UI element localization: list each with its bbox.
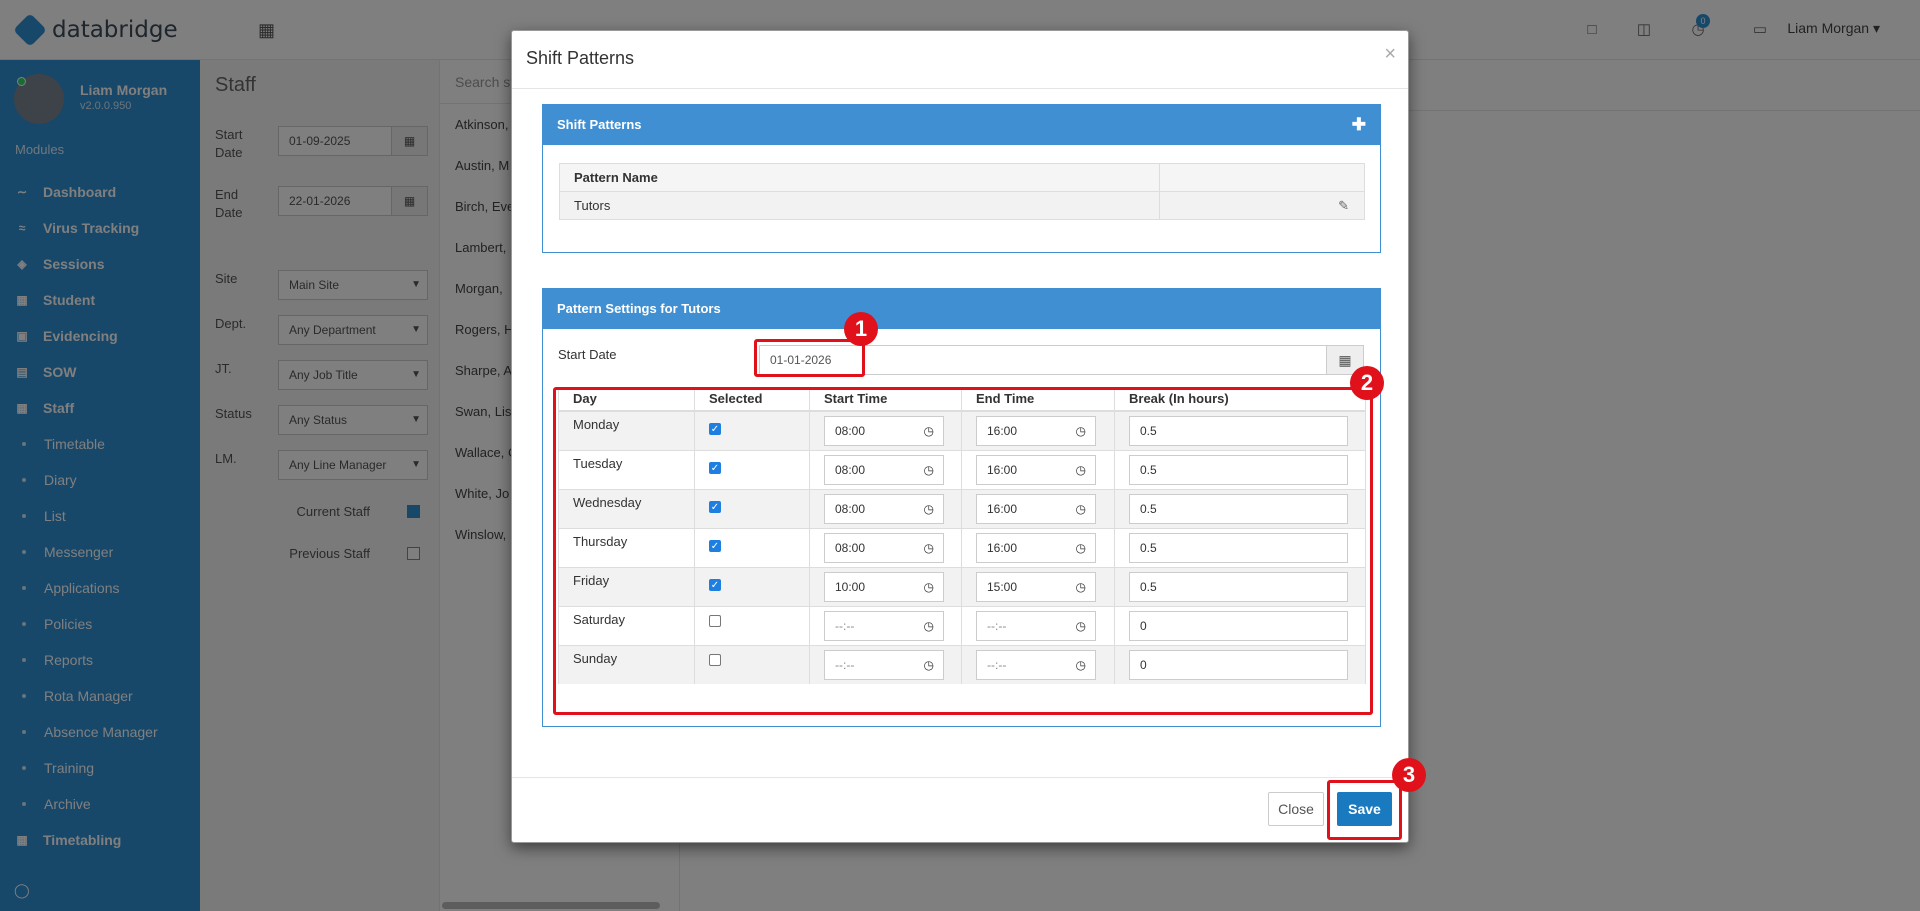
modal-title: Shift Patterns bbox=[526, 48, 635, 68]
table-row[interactable]: Tutors ✎ bbox=[559, 191, 1365, 220]
shift-patterns-panel: Shift Patterns ✚ Pattern Name Tutors ✎ bbox=[542, 104, 1381, 253]
add-pattern-icon[interactable]: ✚ bbox=[1352, 105, 1366, 145]
panel-heading: Shift Patterns ✚ bbox=[543, 105, 1380, 145]
close-button[interactable]: Close bbox=[1268, 792, 1324, 826]
annotation-marker-2: 2 bbox=[1350, 366, 1384, 400]
start-date-label: Start Date bbox=[558, 347, 617, 362]
close-icon[interactable]: × bbox=[1384, 43, 1396, 66]
panel-title: Shift Patterns bbox=[557, 117, 642, 132]
annotation-marker-1: 1 bbox=[844, 312, 878, 346]
pencil-icon[interactable]: ✎ bbox=[1338, 198, 1349, 214]
annotation-highlight-save bbox=[1327, 780, 1402, 840]
annotation-marker-3: 3 bbox=[1392, 758, 1426, 792]
pattern-name-cell: Tutors bbox=[559, 191, 1160, 220]
pattern-actions-cell: ✎ bbox=[1159, 191, 1365, 220]
annotation-highlight-days-table bbox=[553, 387, 1373, 715]
panel-title: Pattern Settings for Tutors bbox=[557, 301, 721, 316]
column-header: Pattern Name bbox=[559, 163, 1160, 192]
patterns-table: Pattern Name Tutors ✎ bbox=[559, 163, 1365, 220]
column-header-actions bbox=[1159, 163, 1365, 192]
modal-footer: Close Save bbox=[512, 777, 1408, 843]
modal-header: Shift Patterns × bbox=[512, 31, 1408, 89]
panel-heading: Pattern Settings for Tutors bbox=[543, 289, 1380, 329]
annotation-highlight-start-date bbox=[754, 339, 865, 377]
